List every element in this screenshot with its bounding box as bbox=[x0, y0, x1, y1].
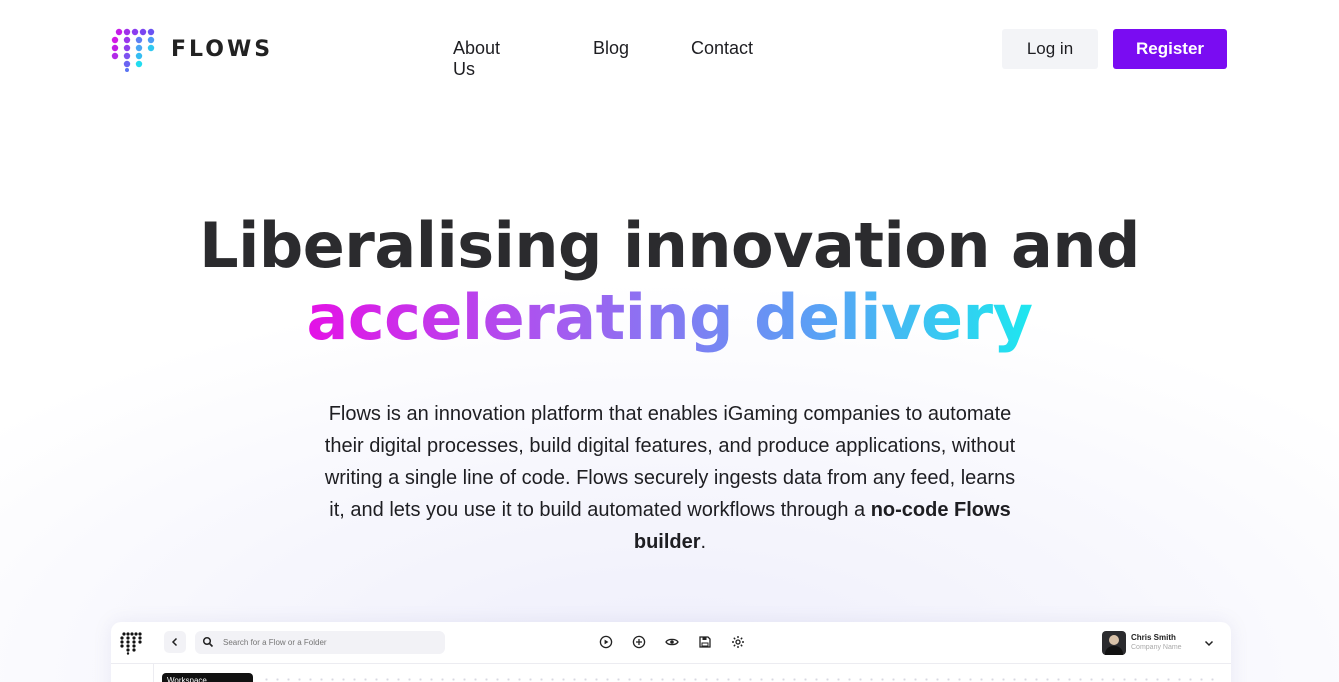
register-button[interactable]: Register bbox=[1113, 29, 1227, 69]
flows-logo[interactable]: FLOWS bbox=[111, 26, 273, 72]
preview-sidebar-divider bbox=[153, 664, 154, 682]
workspace-tab[interactable]: Workspace bbox=[162, 673, 253, 682]
preview-toolbar bbox=[599, 635, 745, 649]
chevron-left-icon bbox=[171, 637, 178, 647]
hero-title: Liberalising innovation and accelerating… bbox=[0, 210, 1339, 354]
preview-search[interactable] bbox=[195, 631, 445, 654]
preview-user-menu[interactable]: Chris Smith Company Name bbox=[1102, 631, 1222, 657]
company-name: Company Name bbox=[1131, 644, 1182, 651]
hero-subtitle-end: . bbox=[700, 531, 707, 553]
preview-search-input[interactable] bbox=[223, 635, 433, 650]
preview-back-button[interactable] bbox=[164, 631, 186, 653]
preview-topbar: Chris Smith Company Name bbox=[111, 622, 1231, 664]
brand-name: FLOWS bbox=[171, 36, 274, 62]
app-preview: Chris Smith Company Name Workspace bbox=[111, 622, 1231, 682]
save-icon[interactable] bbox=[698, 635, 712, 649]
play-icon[interactable] bbox=[599, 635, 613, 649]
site-header: FLOWS About Us Blog Contact Log in Regis… bbox=[0, 0, 1339, 98]
hero-title-line2: accelerating delivery bbox=[306, 281, 1034, 354]
chevron-down-icon[interactable] bbox=[1203, 637, 1215, 649]
hero-title-line1: Liberalising innovation and bbox=[199, 209, 1140, 282]
canvas-dot-grid bbox=[261, 674, 1221, 682]
hero-subtitle: Flows is an innovation platform that ena… bbox=[320, 398, 1020, 558]
nav-blog-link[interactable]: Blog bbox=[593, 38, 629, 59]
search-icon bbox=[202, 636, 214, 648]
flows-logo-icon bbox=[111, 28, 155, 72]
nav-about-us-link[interactable]: About Us bbox=[453, 38, 500, 80]
preview-flows-logo-icon bbox=[120, 632, 142, 655]
avatar bbox=[1102, 631, 1126, 655]
user-name: Chris Smith bbox=[1131, 633, 1176, 642]
settings-icon[interactable] bbox=[731, 635, 745, 649]
login-button[interactable]: Log in bbox=[1002, 29, 1098, 69]
nav-contact-link[interactable]: Contact bbox=[691, 38, 753, 59]
add-icon[interactable] bbox=[632, 635, 646, 649]
eye-icon[interactable] bbox=[665, 635, 679, 649]
